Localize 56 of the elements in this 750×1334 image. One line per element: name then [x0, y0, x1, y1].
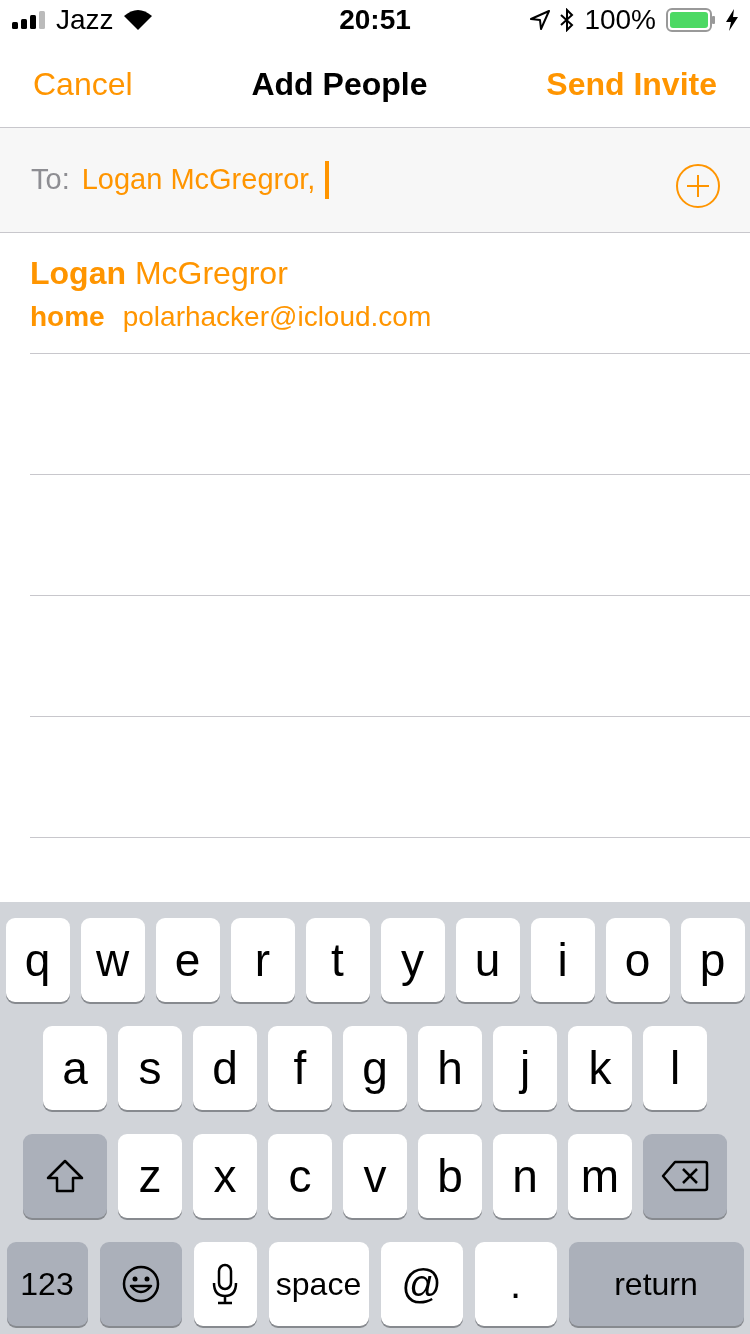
- delete-icon: [661, 1160, 709, 1192]
- letter-key[interactable]: k: [568, 1026, 632, 1110]
- plus-icon: [686, 174, 710, 198]
- text-cursor: [325, 161, 330, 199]
- letter-key[interactable]: b: [418, 1134, 482, 1218]
- screen-title: Add People: [251, 64, 428, 104]
- letter-key[interactable]: z: [118, 1134, 182, 1218]
- clock: 20:51: [339, 3, 411, 37]
- letter-key[interactable]: a: [43, 1026, 107, 1110]
- recipient-token: Logan McGregror,: [81, 162, 316, 198]
- letter-key[interactable]: s: [118, 1026, 182, 1110]
- contact-name: Logan McGregror: [30, 253, 289, 293]
- letter-key[interactable]: j: [493, 1026, 557, 1110]
- letter-key[interactable]: v: [343, 1134, 407, 1218]
- bluetooth-icon: [560, 8, 575, 32]
- letter-key[interactable]: i: [530, 918, 595, 1002]
- location-icon: [530, 10, 551, 30]
- emoji-key[interactable]: [99, 1242, 182, 1326]
- space-key[interactable]: space: [268, 1242, 369, 1326]
- letter-key[interactable]: d: [193, 1026, 257, 1110]
- letter-key[interactable]: w: [80, 918, 145, 1002]
- charging-icon: [726, 9, 738, 31]
- symbol-key[interactable]: @: [380, 1242, 463, 1326]
- email-type: home: [30, 299, 105, 334]
- battery-icon: [666, 8, 716, 32]
- letter-key[interactable]: x: [193, 1134, 257, 1218]
- letter-key[interactable]: r: [230, 918, 295, 1002]
- letter-key[interactable]: o: [605, 918, 670, 1002]
- letter-key[interactable]: c: [268, 1134, 332, 1218]
- numbers-key[interactable]: 123: [6, 1242, 88, 1326]
- to-label: To:: [31, 162, 70, 198]
- return-key[interactable]: return: [568, 1242, 744, 1326]
- letter-key[interactable]: n: [493, 1134, 557, 1218]
- letter-key[interactable]: q: [5, 918, 70, 1002]
- delete-key[interactable]: [643, 1134, 727, 1218]
- email-address: polarhacker@icloud.com: [122, 299, 432, 334]
- symbol-key[interactable]: .: [474, 1242, 557, 1326]
- letter-key[interactable]: u: [455, 918, 520, 1002]
- letter-key[interactable]: g: [343, 1026, 407, 1110]
- letter-key[interactable]: l: [643, 1026, 707, 1110]
- letter-key[interactable]: m: [568, 1134, 632, 1218]
- battery-percent: 100%: [584, 3, 656, 37]
- signal-icon: [12, 11, 46, 29]
- shift-icon: [45, 1158, 85, 1194]
- letter-key[interactable]: e: [155, 918, 220, 1002]
- emoji-icon: [120, 1264, 161, 1304]
- wifi-icon: [123, 10, 152, 30]
- letter-key[interactable]: t: [305, 918, 370, 1002]
- letter-key[interactable]: p: [680, 918, 745, 1002]
- letter-key[interactable]: y: [380, 918, 445, 1002]
- carrier-name: Jazz: [56, 3, 114, 37]
- letter-key[interactable]: h: [418, 1026, 482, 1110]
- microphone-icon: [212, 1263, 238, 1305]
- shift-key[interactable]: [23, 1134, 107, 1218]
- letter-key[interactable]: f: [268, 1026, 332, 1110]
- dictation-key[interactable]: [193, 1242, 257, 1326]
